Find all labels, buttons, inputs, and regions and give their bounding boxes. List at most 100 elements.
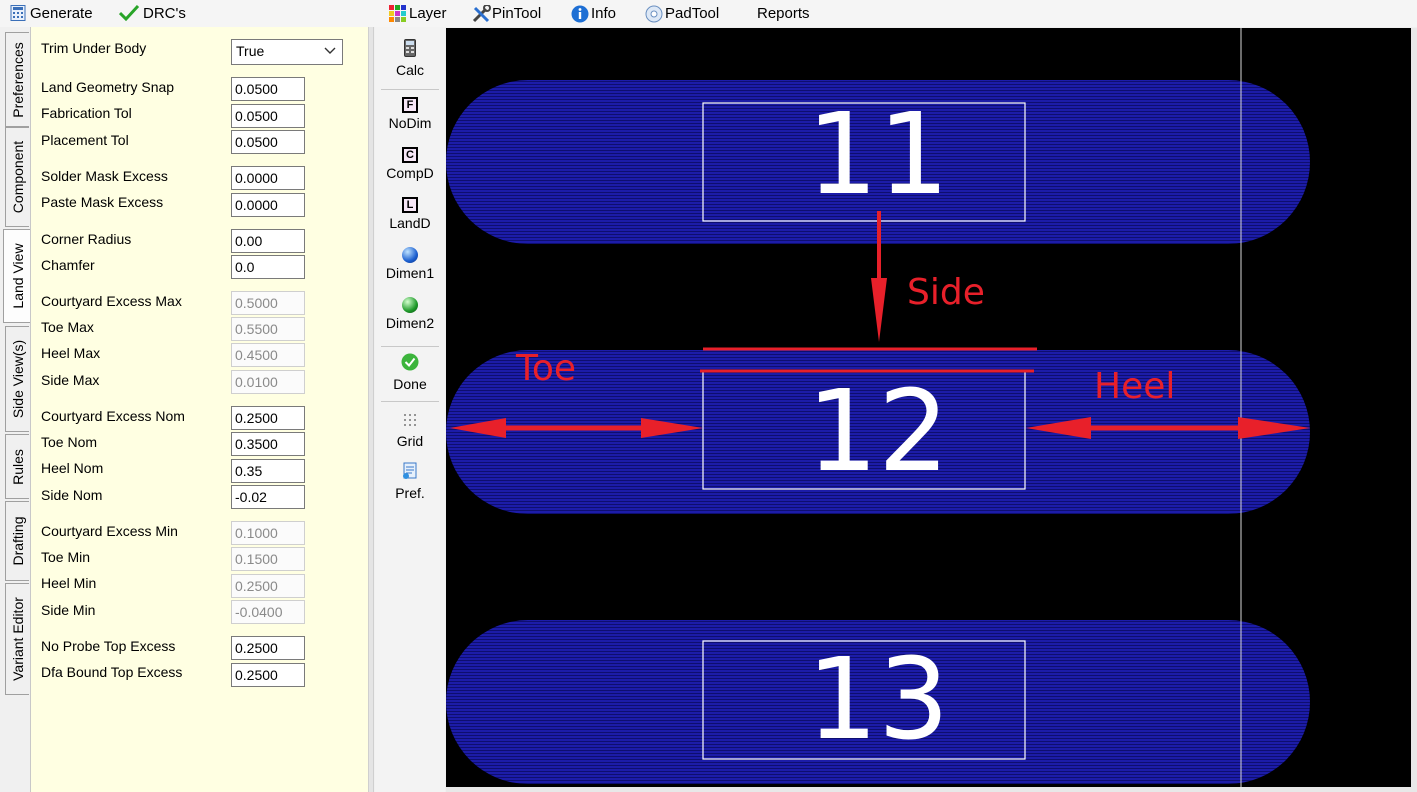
side-nom-input[interactable] bbox=[231, 485, 305, 509]
heel-nom-input[interactable] bbox=[231, 459, 305, 483]
heel-max-label: Heel Max bbox=[41, 345, 101, 361]
layer-grid-icon bbox=[389, 5, 406, 22]
compd-label: CompD bbox=[386, 165, 434, 181]
padtool-button[interactable]: PadTool bbox=[645, 3, 719, 23]
drcs-button[interactable]: DRC's bbox=[118, 3, 186, 23]
nodim-button[interactable]: F NoDim bbox=[375, 97, 445, 131]
pref-button[interactable]: Pref. bbox=[375, 462, 445, 501]
heel-min-input bbox=[231, 574, 305, 598]
layer-button[interactable]: Layer bbox=[389, 3, 447, 23]
pad-number-11: 11 bbox=[807, 90, 950, 220]
courtyard-excess-nom-input[interactable] bbox=[231, 406, 305, 430]
tab-label: Side View(s) bbox=[9, 339, 26, 419]
tab-component[interactable]: Component bbox=[5, 127, 29, 227]
fabrication-tol-input[interactable] bbox=[231, 104, 305, 128]
placement-tol-label: Placement Tol bbox=[41, 132, 129, 148]
courtyard-excess-min-label: Courtyard Excess Min bbox=[41, 523, 178, 539]
trim-under-body-select[interactable]: True bbox=[231, 39, 343, 65]
dimen2-button[interactable]: Dimen2 bbox=[375, 297, 445, 331]
vertical-scrollbar[interactable] bbox=[1411, 28, 1417, 787]
pintool-button[interactable]: PinTool bbox=[472, 3, 541, 23]
side-min-input bbox=[231, 600, 305, 624]
dimen2-label: Dimen2 bbox=[385, 315, 435, 331]
chamfer-label: Chamfer bbox=[41, 257, 95, 273]
info-icon bbox=[571, 5, 589, 23]
horizontal-scrollbar[interactable] bbox=[446, 787, 1417, 792]
pintool-label: PinTool bbox=[492, 4, 542, 22]
tab-preferences[interactable]: Preferences bbox=[5, 32, 29, 127]
solder-mask-excess-input[interactable] bbox=[231, 166, 305, 190]
grid-label: Grid bbox=[396, 433, 424, 449]
tool-separator bbox=[381, 401, 439, 402]
side-arrow-head bbox=[871, 278, 887, 342]
chamfer-input[interactable] bbox=[231, 255, 305, 279]
top-toolbar: Generate DRC's Layer PinTool Info PadToo… bbox=[0, 0, 1417, 27]
solder-mask-excess-label: Solder Mask Excess bbox=[41, 168, 168, 184]
info-label: Info bbox=[591, 4, 617, 22]
compd-button[interactable]: C CompD bbox=[375, 147, 445, 181]
tab-label: Variant Editor bbox=[9, 597, 26, 681]
calc-button[interactable]: Calc bbox=[375, 39, 445, 78]
l-letter-icon: L bbox=[402, 197, 418, 213]
trim-under-body-label: Trim Under Body bbox=[41, 40, 147, 56]
landd-button[interactable]: L LandD bbox=[375, 197, 445, 231]
side-nom-label: Side Nom bbox=[41, 487, 103, 503]
toe-annotation-label: Toe bbox=[515, 348, 576, 389]
side-annotation-label: Side bbox=[907, 272, 985, 313]
toe-nom-label: Toe Nom bbox=[41, 434, 98, 450]
tab-rules[interactable]: Rules bbox=[5, 434, 29, 499]
corner-radius-label: Corner Radius bbox=[41, 231, 132, 247]
land-geometry-snap-input[interactable] bbox=[231, 77, 305, 101]
tab-label: Land View bbox=[9, 243, 26, 309]
grid-button[interactable]: Grid bbox=[375, 412, 445, 449]
pad-number-12: 12 bbox=[807, 367, 950, 497]
no-probe-top-excess-input[interactable] bbox=[231, 636, 305, 660]
toe-min-input bbox=[231, 547, 305, 571]
c-letter-icon: C bbox=[402, 147, 418, 163]
preferences-document-icon bbox=[375, 462, 445, 483]
tab-land-view[interactable]: Land View bbox=[3, 229, 31, 323]
dimen1-button[interactable]: Dimen1 bbox=[375, 247, 445, 281]
tab-drafting[interactable]: Drafting bbox=[5, 501, 29, 581]
calc-label: Calc bbox=[395, 62, 424, 78]
vertical-tab-strip: Preferences Component Land View Side Vie… bbox=[0, 27, 31, 792]
padtool-label: PadTool bbox=[665, 4, 720, 22]
tab-variant-editor[interactable]: Variant Editor bbox=[5, 583, 29, 695]
courtyard-excess-min-input bbox=[231, 521, 305, 545]
toe-min-label: Toe Min bbox=[41, 549, 91, 565]
land-pattern-drawing: 11 12 13 Side Toe Heel bbox=[446, 28, 1310, 787]
land-geometry-snap-label: Land Geometry Snap bbox=[41, 79, 175, 95]
pad-number-13: 13 bbox=[807, 635, 950, 765]
land-pattern-canvas[interactable]: 11 12 13 Side Toe Heel bbox=[446, 28, 1411, 787]
tool-strip: Calc F NoDim C CompD L LandD Dimen1 Dime… bbox=[375, 27, 445, 792]
corner-radius-input[interactable] bbox=[231, 229, 305, 253]
drcs-label: DRC's bbox=[143, 4, 186, 22]
dfa-bound-top-excess-input[interactable] bbox=[231, 663, 305, 687]
toe-nom-input[interactable] bbox=[231, 432, 305, 456]
reports-button[interactable]: Reports bbox=[757, 3, 810, 23]
grid-dots-icon bbox=[375, 412, 445, 431]
tab-label: Preferences bbox=[9, 41, 26, 118]
layer-label: Layer bbox=[409, 4, 447, 22]
tool-separator bbox=[381, 346, 439, 347]
side-min-label: Side Min bbox=[41, 602, 96, 618]
done-button[interactable]: Done bbox=[375, 353, 445, 392]
tab-label: Rules bbox=[9, 448, 26, 485]
side-max-label: Side Max bbox=[41, 372, 100, 388]
heel-nom-label: Heel Nom bbox=[41, 460, 104, 476]
green-ball-icon bbox=[402, 297, 418, 313]
generate-button[interactable]: Generate bbox=[10, 3, 93, 23]
info-button[interactable]: Info bbox=[571, 3, 616, 23]
toe-max-input bbox=[231, 317, 305, 341]
trim-under-body-value: True bbox=[236, 43, 265, 59]
blue-ball-icon bbox=[402, 247, 418, 263]
check-circle-icon bbox=[375, 353, 445, 374]
panel-splitter[interactable] bbox=[368, 27, 374, 792]
no-probe-top-excess-label: No Probe Top Excess bbox=[41, 638, 176, 654]
fabrication-tol-label: Fabrication Tol bbox=[41, 105, 132, 121]
tool-separator bbox=[381, 89, 439, 90]
tab-side-views[interactable]: Side View(s) bbox=[5, 326, 29, 432]
paste-mask-excess-input[interactable] bbox=[231, 193, 305, 217]
chevron-down-icon bbox=[324, 44, 336, 59]
placement-tol-input[interactable] bbox=[231, 130, 305, 154]
